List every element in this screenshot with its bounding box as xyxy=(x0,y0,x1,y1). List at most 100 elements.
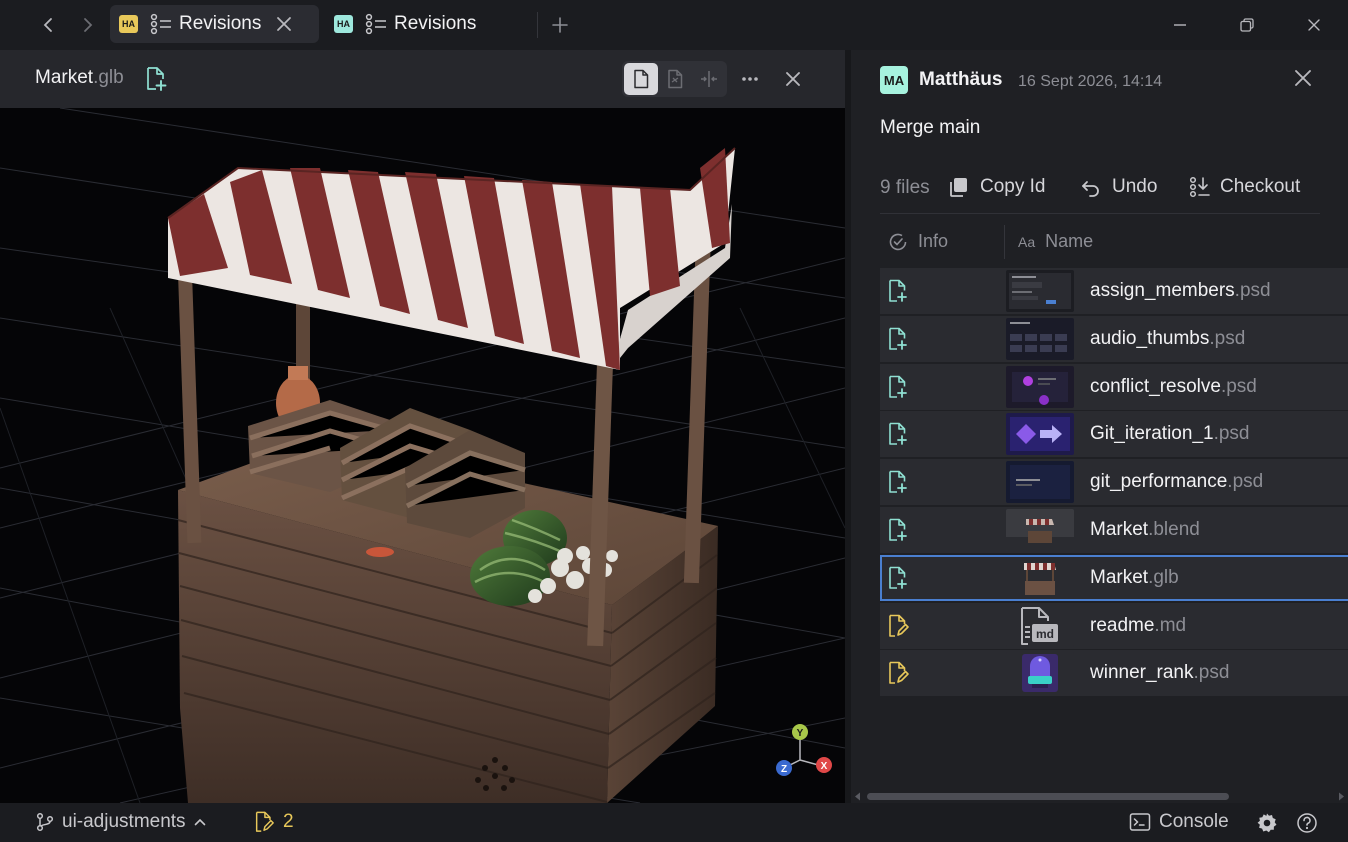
pending-changes[interactable]: 2 xyxy=(253,811,294,833)
model-viewer[interactable]: Market.glb Y X Z xyxy=(0,50,845,803)
single-view-button[interactable] xyxy=(624,63,658,95)
file-added-icon xyxy=(889,518,907,541)
more-options-button[interactable] xyxy=(735,64,765,94)
z-axis-label: Z xyxy=(781,764,787,775)
axis-gizmo[interactable]: Y X Z xyxy=(770,720,836,780)
diff-view-button[interactable] xyxy=(658,63,692,95)
file-added-icon xyxy=(889,375,907,398)
file-added-icon xyxy=(147,67,167,91)
checkout-button[interactable]: Checkout xyxy=(1188,174,1300,200)
file-name: readme.md xyxy=(1090,615,1186,637)
branch-selector[interactable]: ui-adjustments xyxy=(36,811,206,833)
file-name: Market.glb xyxy=(1090,567,1179,589)
file-base-name: audio_thumbs xyxy=(1090,327,1210,349)
file-base-name: assign_members xyxy=(1090,280,1235,301)
file-base-name: Market xyxy=(1090,566,1149,588)
divider xyxy=(880,213,1320,214)
revisions-list-icon xyxy=(150,13,171,35)
horizontal-scrollbar[interactable] xyxy=(851,790,1348,803)
revision-details-panel: MA Matthäus 16 Sept 2026, 14:14 Merge ma… xyxy=(851,50,1348,803)
file-row-audio-thumbs[interactable]: audio_thumbs.psd xyxy=(880,315,1348,362)
file-name: git_performance.psd xyxy=(1090,471,1263,493)
back-button[interactable] xyxy=(34,8,64,42)
chevron-up-icon xyxy=(194,818,205,826)
tab-divider xyxy=(537,12,538,38)
file-added-icon xyxy=(889,566,907,589)
file-row-git-performance[interactable]: git_performance.psd xyxy=(880,459,1348,506)
project-badge: HA xyxy=(119,15,138,33)
undo-icon xyxy=(1082,181,1099,197)
tab-revisions-1[interactable]: HA Revisions xyxy=(110,5,319,43)
copy-id-label: Copy Id xyxy=(980,176,1046,197)
file-thumbnail xyxy=(1006,270,1074,312)
market-stall-3d-model[interactable] xyxy=(0,108,845,803)
commit-author: Matthäus xyxy=(919,69,1003,90)
file-extension: .glb xyxy=(1148,566,1179,588)
close-icon[interactable] xyxy=(273,13,295,35)
scrollbar-thumb[interactable] xyxy=(867,793,1229,800)
copy-id-button[interactable]: Copy Id xyxy=(948,174,1045,200)
scroll-right-icon[interactable] xyxy=(1337,792,1345,801)
file-name: assign_members.psd xyxy=(1090,280,1271,302)
file-extension: .psd xyxy=(1213,423,1250,445)
file-row-git-iteration-1[interactable]: Git_iteration_1.psd xyxy=(880,411,1348,458)
column-header-info[interactable]: Info xyxy=(888,231,948,252)
file-table-header: Info Aa Name xyxy=(880,225,1348,261)
file-row-winner-rank[interactable]: winner_rank.psd xyxy=(880,650,1348,697)
split-view-button[interactable] xyxy=(692,63,726,95)
restore-button[interactable] xyxy=(1227,10,1267,40)
file-modified-icon xyxy=(255,811,274,832)
minimize-button[interactable] xyxy=(1160,10,1200,40)
file-diff-icon xyxy=(668,69,683,89)
help-button[interactable] xyxy=(1296,812,1326,834)
file-name: conflict_resolve.psd xyxy=(1090,376,1257,398)
svg-text:md: md xyxy=(1036,627,1054,641)
file-base-name: readme xyxy=(1090,614,1155,636)
column-resize-handle[interactable] xyxy=(1004,225,1005,259)
file-thumbnail xyxy=(1006,365,1074,408)
column-header-name[interactable]: Aa Name xyxy=(1018,231,1093,252)
file-extension: .blend xyxy=(1148,518,1200,540)
avatar: MA xyxy=(880,66,908,94)
status-bar: ui-adjustments 2 Console xyxy=(0,803,1348,842)
file-row-market-blend[interactable]: Market.blend xyxy=(880,506,1348,553)
new-tab-button[interactable] xyxy=(545,8,575,42)
tab-title: Revisions xyxy=(179,13,262,34)
file-extension: .psd xyxy=(1227,471,1264,493)
project-badge: HA xyxy=(334,15,353,33)
forward-button[interactable] xyxy=(72,8,102,42)
branch-name: ui-adjustments xyxy=(62,811,186,832)
file-extension: .psd xyxy=(1220,375,1257,397)
file-thumbnail xyxy=(1006,413,1074,456)
file-row-readme-md[interactable]: md readme.md xyxy=(880,602,1348,649)
git-branch-icon xyxy=(36,812,54,832)
console-label: Console xyxy=(1159,811,1229,832)
close-icon xyxy=(786,72,800,86)
tab-revisions-2[interactable]: HA Revisions xyxy=(325,5,525,43)
file-row-conflict-resolve[interactable]: conflict_resolve.psd xyxy=(880,363,1348,410)
file-base-name: winner_rank xyxy=(1090,662,1194,684)
scroll-left-icon[interactable] xyxy=(854,792,862,801)
checkout-icon xyxy=(1189,176,1210,198)
changes-count: 2 xyxy=(283,811,294,832)
file-base-name: Git_iteration_1 xyxy=(1090,423,1214,445)
file-modified-icon xyxy=(889,662,909,685)
restore-icon xyxy=(1240,18,1254,32)
file-row-assign-members[interactable]: assign_members.psd xyxy=(880,268,1348,314)
settings-button[interactable] xyxy=(1256,812,1286,834)
title-bar: HA Revisions HA Revisions xyxy=(0,0,1348,50)
console-button[interactable]: Console xyxy=(1129,811,1229,833)
viewer-close-button[interactable] xyxy=(778,64,808,94)
window-close-button[interactable] xyxy=(1294,10,1334,40)
file-row-market-glb[interactable]: Market.glb xyxy=(880,554,1348,601)
more-horizontal-icon xyxy=(742,77,758,81)
text-type-icon: Aa xyxy=(1018,233,1036,250)
plus-icon xyxy=(552,17,568,33)
chevron-right-icon xyxy=(84,18,93,32)
viewer-header: Market.glb xyxy=(0,50,845,108)
file-ext: .glb xyxy=(93,67,124,88)
file-thumbnail xyxy=(1006,317,1074,360)
close-icon[interactable] xyxy=(1289,64,1317,92)
x-axis-label: X xyxy=(821,761,828,772)
undo-button[interactable]: Undo xyxy=(1080,174,1157,200)
